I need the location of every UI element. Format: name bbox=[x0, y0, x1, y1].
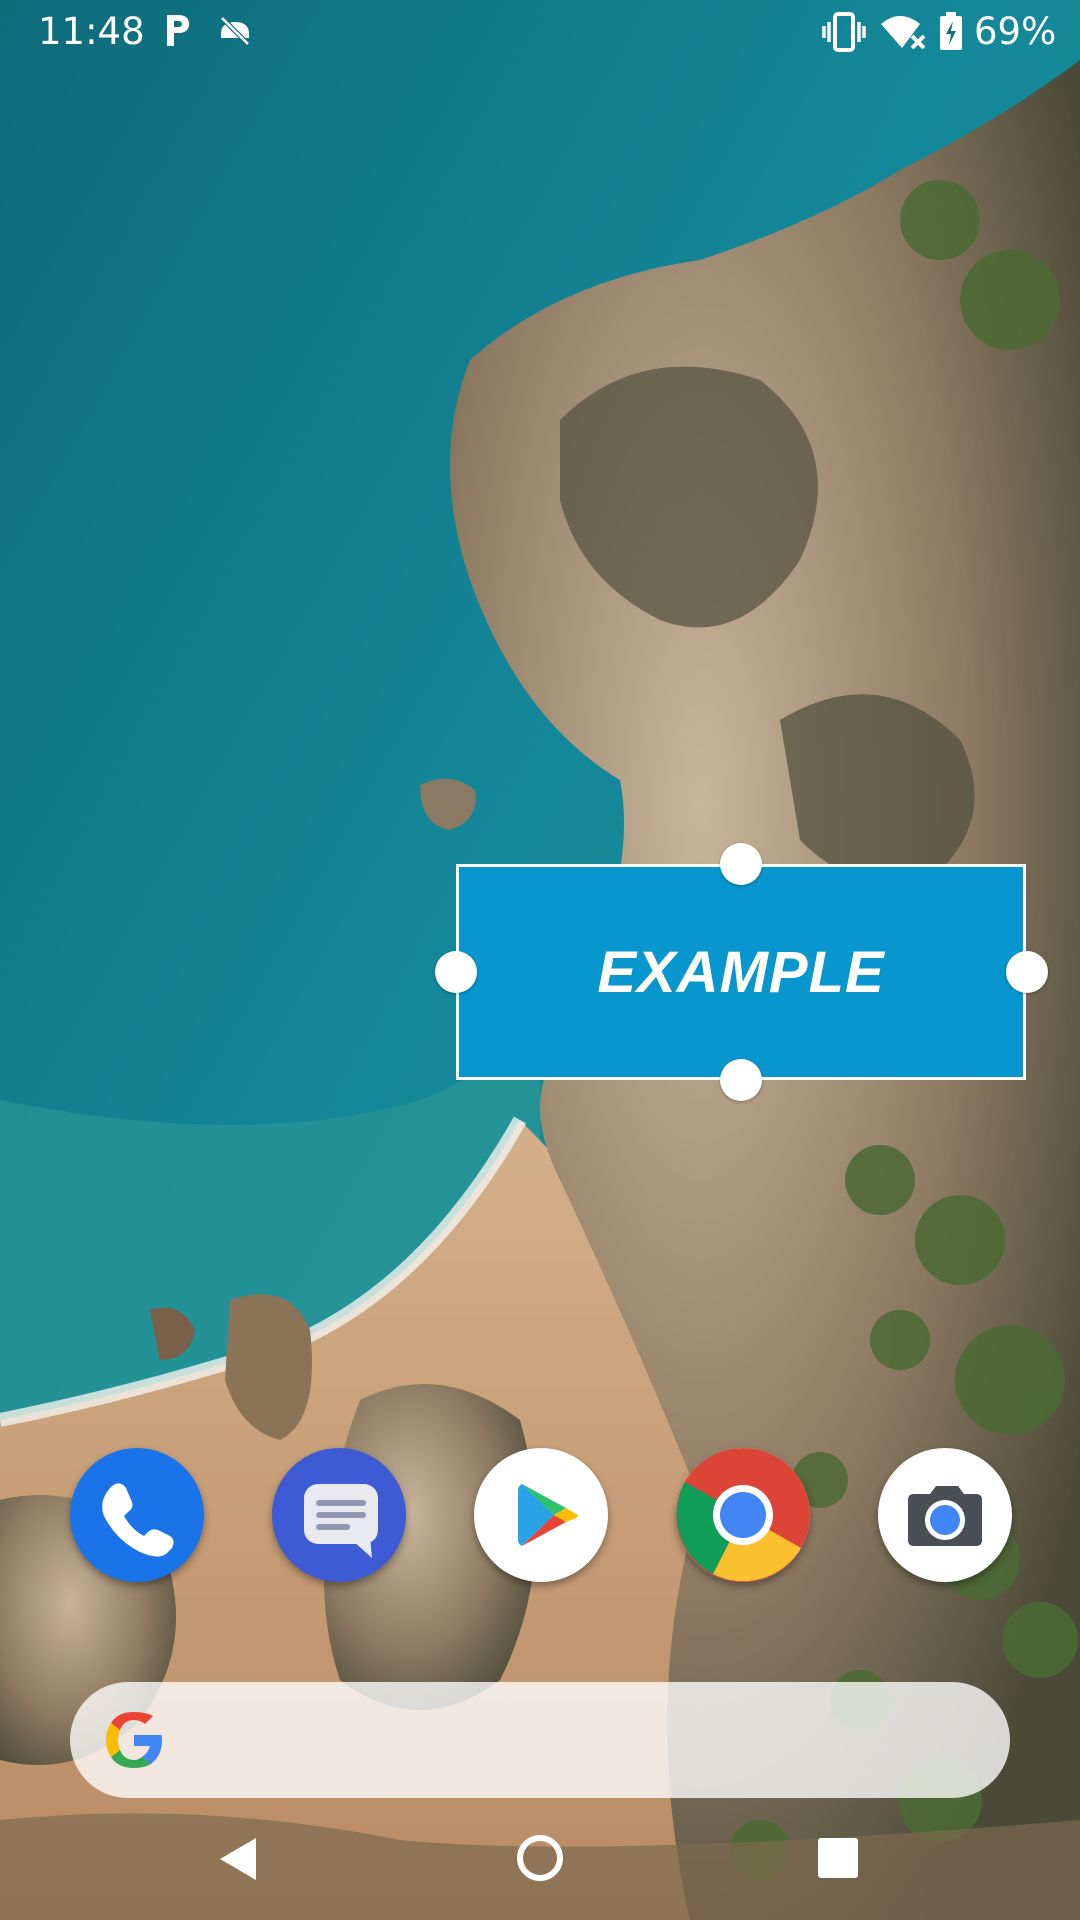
chrome-icon[interactable] bbox=[676, 1448, 810, 1582]
resize-handle-right[interactable] bbox=[1006, 951, 1048, 993]
resize-handle-top[interactable] bbox=[720, 843, 762, 885]
status-bar: 11:48 69% bbox=[0, 0, 1080, 64]
google-search-bar[interactable] bbox=[70, 1682, 1010, 1798]
phone-icon[interactable] bbox=[70, 1448, 204, 1582]
resize-handle-left[interactable] bbox=[435, 951, 477, 993]
example-widget[interactable]: EXAMPLE bbox=[456, 864, 1026, 1080]
recents-button[interactable] bbox=[818, 1838, 858, 1878]
widget-label: EXAMPLE bbox=[597, 939, 885, 1005]
do-not-disturb-icon bbox=[220, 16, 250, 46]
vibrate-icon bbox=[822, 12, 866, 52]
battery-percent: 69% bbox=[974, 10, 1057, 53]
phone-glyph bbox=[102, 1483, 174, 1557]
camera-icon[interactable] bbox=[878, 1448, 1012, 1582]
play-store-glyph bbox=[518, 1484, 578, 1546]
clock: 11:48 bbox=[38, 10, 145, 53]
google-g-icon bbox=[106, 1712, 162, 1768]
chrome-glyph bbox=[676, 1448, 810, 1582]
back-button[interactable] bbox=[216, 1836, 260, 1882]
resize-handle-bottom[interactable] bbox=[720, 1059, 762, 1101]
parking-icon bbox=[167, 15, 189, 46]
messages-glyph bbox=[304, 1484, 378, 1558]
battery-charging-icon bbox=[940, 12, 962, 50]
messages-icon[interactable] bbox=[272, 1448, 406, 1582]
camera-glyph bbox=[908, 1486, 982, 1546]
home-button[interactable] bbox=[516, 1834, 564, 1882]
play-store-icon[interactable] bbox=[474, 1448, 608, 1582]
wifi-no-internet-icon bbox=[881, 16, 926, 50]
